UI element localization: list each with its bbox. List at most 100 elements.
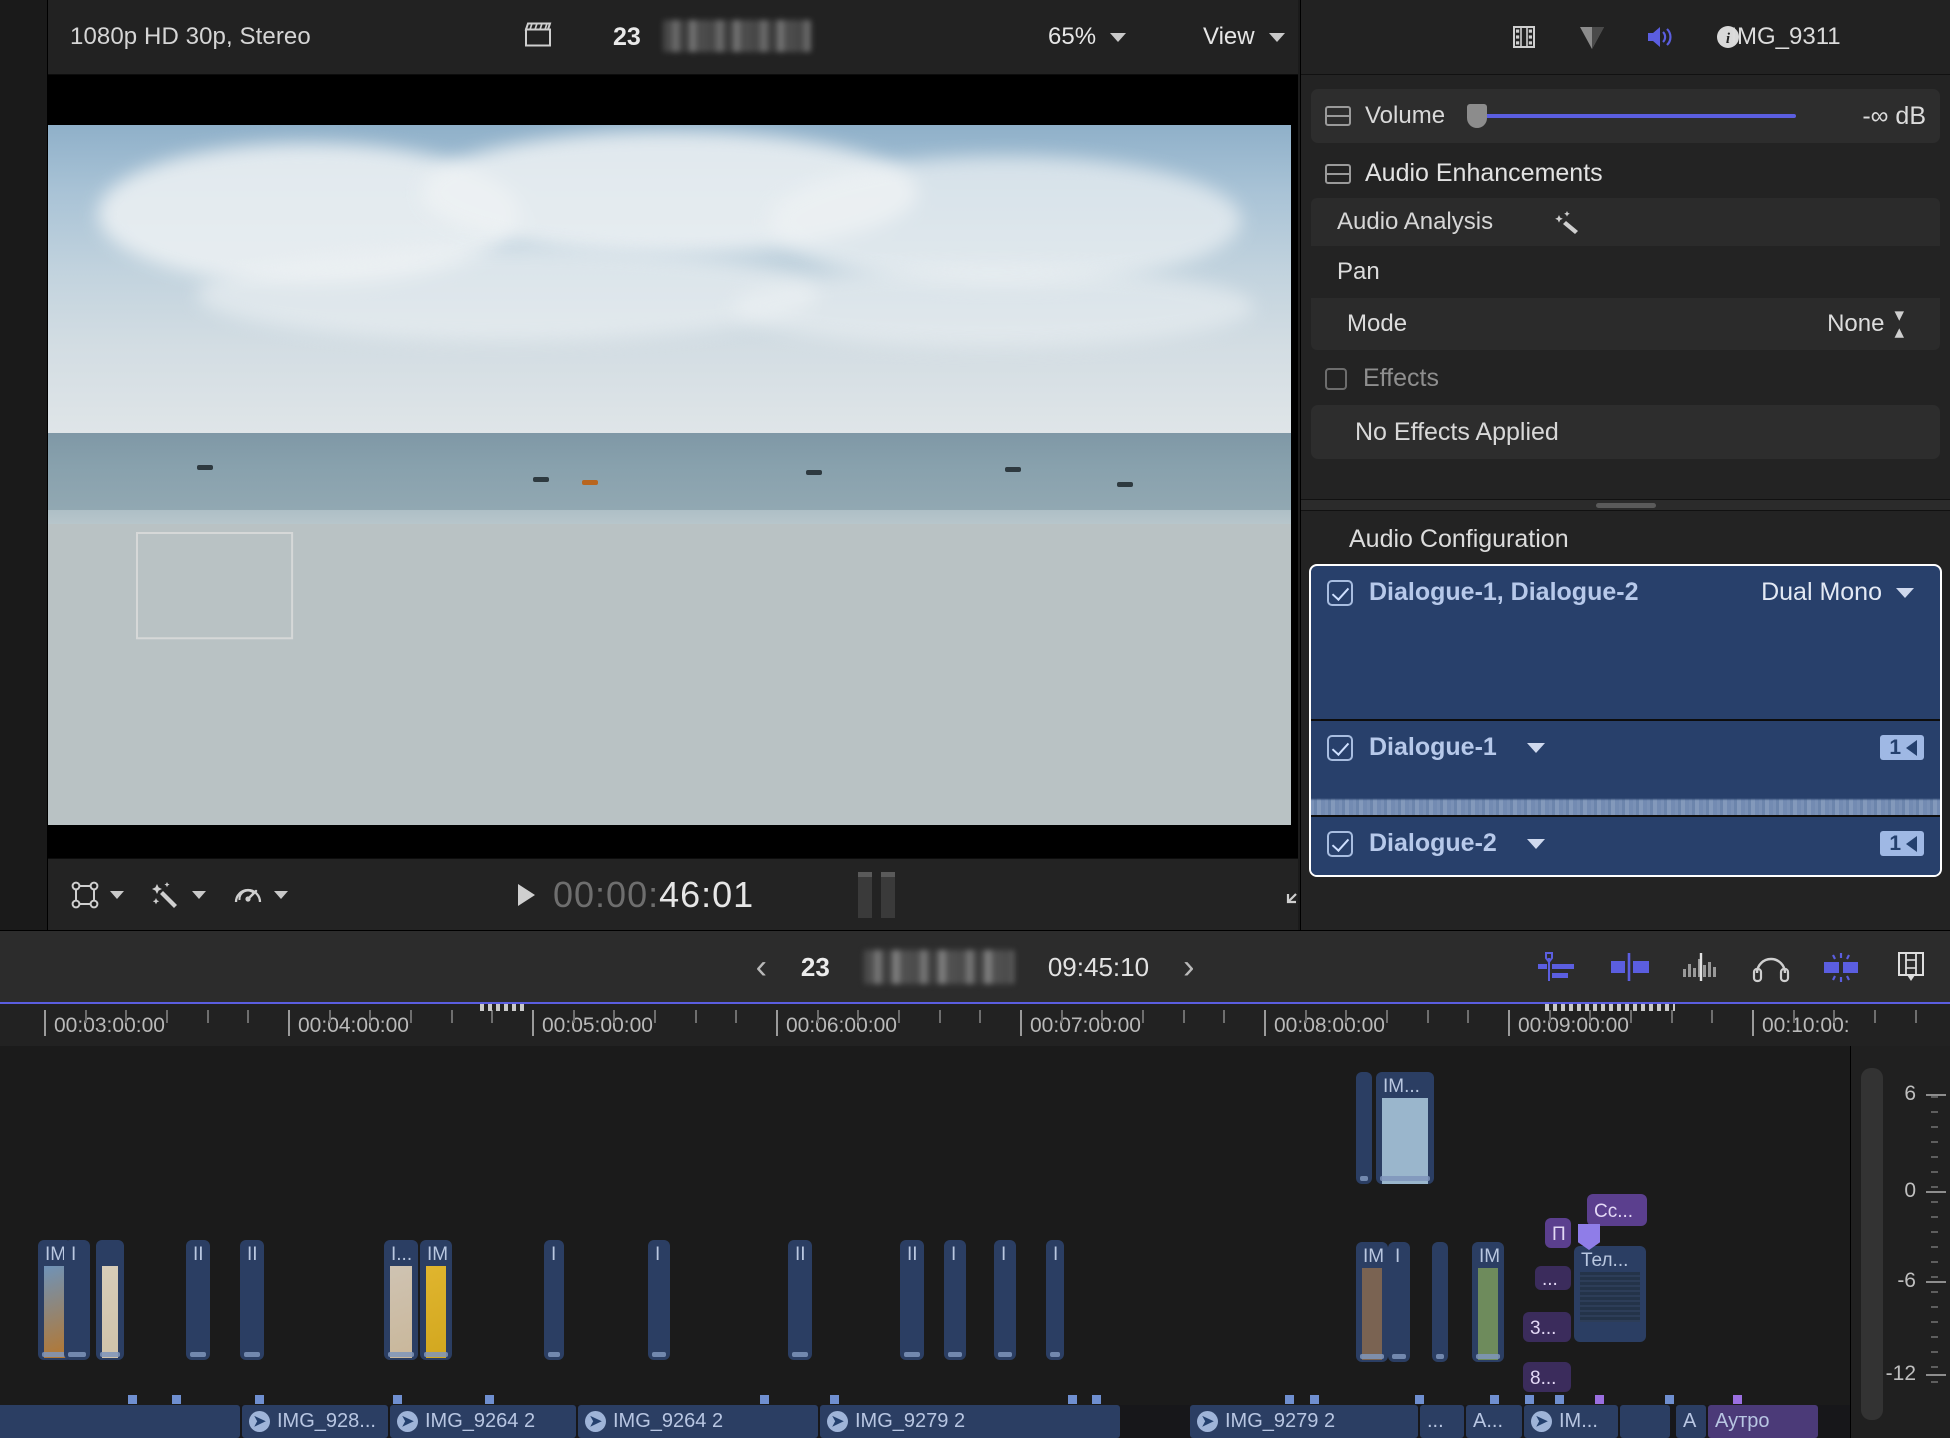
audio-meters-panel[interactable]: 6 0 -6 -12: [1850, 1046, 1950, 1438]
timeline-clip[interactable]: I: [64, 1240, 90, 1360]
audio-enhancements-header[interactable]: Audio Enhancements: [1301, 143, 1950, 198]
timeline-clip[interactable]: [96, 1240, 124, 1360]
timeline-marker[interactable]: [760, 1395, 769, 1404]
storyline-clip[interactable]: 8 2: [0, 1405, 240, 1438]
timeline-ruler[interactable]: 00:03:00:00 00:04:00:00 00:05:00:00 00:06:0…: [0, 1002, 1950, 1046]
storyline-clip[interactable]: ➤ IMG_9264 2: [390, 1405, 576, 1438]
timeline-title-clip[interactable]: Сс...: [1587, 1194, 1647, 1226]
disclosure-icon[interactable]: [1325, 106, 1351, 126]
timeline-marker[interactable]: [128, 1395, 137, 1404]
audio-channel-checkbox[interactable]: [1327, 734, 1353, 761]
timeline-marker[interactable]: [393, 1395, 402, 1404]
disclosure-icon[interactable]: [1325, 163, 1351, 184]
timeline-clip[interactable]: IM: [420, 1240, 452, 1360]
volume-slider-knob[interactable]: [1467, 104, 1488, 128]
audio-channel-checkbox[interactable]: [1327, 830, 1353, 857]
storyline-clip[interactable]: ➤ IMG_928...: [242, 1405, 388, 1438]
storyline-clip[interactable]: ➤ IMG_9279 2: [820, 1405, 1120, 1438]
video-inspector-tab[interactable]: [1507, 20, 1541, 54]
headphones-solo-icon[interactable]: [1750, 949, 1792, 985]
audio-config-group-header[interactable]: Dialogue-1, Dialogue-2 Dual Mono: [1311, 566, 1940, 619]
volume-row[interactable]: Volume -∞ dB: [1311, 89, 1940, 143]
storyline-clip[interactable]: ➤ IM...: [1524, 1405, 1618, 1438]
storyline-clip[interactable]: A...: [1466, 1405, 1522, 1438]
timeline-marker[interactable]: [1092, 1395, 1101, 1404]
color-inspector-tab[interactable]: [1575, 20, 1609, 54]
audio-channel-row[interactable]: Dialogue-2 1: [1311, 815, 1940, 875]
analyze-sparkle-icon[interactable]: [1554, 209, 1594, 235]
snapping-tool-icon[interactable]: [1608, 949, 1652, 985]
timeline-clip[interactable]: II: [900, 1240, 924, 1360]
timeline-clip[interactable]: I: [944, 1240, 966, 1360]
storyline-clip[interactable]: Аутро: [1708, 1405, 1818, 1438]
chevron-down-icon[interactable]: [1526, 838, 1545, 849]
storyline-clip[interactable]: ➤ IMG_9264 2: [578, 1405, 818, 1438]
timeline-title-clip[interactable]: 3...: [1523, 1312, 1571, 1342]
chevron-down-icon[interactable]: [1526, 742, 1545, 753]
effects-checkbox[interactable]: [1325, 367, 1347, 390]
timeline-title-clip[interactable]: П: [1545, 1218, 1571, 1248]
timeline-marker[interactable]: [1595, 1395, 1604, 1404]
transform-button[interactable]: [70, 880, 124, 910]
storyline-clip[interactable]: ➤ IMG_9279 2: [1190, 1405, 1418, 1438]
transform-handle-overlay[interactable]: [135, 531, 297, 643]
timeline-clip[interactable]: I: [648, 1240, 670, 1360]
timeline-marker[interactable]: [1665, 1395, 1674, 1404]
timeline-title-clip[interactable]: ...: [1535, 1266, 1571, 1290]
audio-config-group-checkbox[interactable]: [1327, 579, 1353, 606]
index-filmstrip-icon[interactable]: [1892, 949, 1932, 985]
timeline-marker[interactable]: [1525, 1395, 1534, 1404]
timeline-clip[interactable]: I: [994, 1240, 1016, 1360]
timeline-marker[interactable]: [1415, 1395, 1424, 1404]
retime-button[interactable]: [232, 880, 288, 910]
storyline-clip[interactable]: A: [1676, 1405, 1706, 1438]
clip-appearance-icon[interactable]: [1820, 949, 1864, 985]
timeline-clip[interactable]: I: [1388, 1242, 1410, 1362]
audio-config-format-popup[interactable]: Dual Mono: [1761, 578, 1924, 607]
audio-config-group[interactable]: Dialogue-1, Dialogue-2 Dual Mono Dialogu…: [1309, 564, 1942, 877]
enhancement-button[interactable]: [150, 880, 206, 910]
timeline-clip[interactable]: IM: [1356, 1242, 1388, 1362]
timeline-marker[interactable]: [1733, 1395, 1742, 1404]
pan-mode-row[interactable]: Mode None ▾ ▴: [1311, 298, 1940, 350]
timeline-clip[interactable]: IM...: [1376, 1072, 1434, 1184]
volume-slider[interactable]: [1467, 104, 1848, 128]
timeline-marker[interactable]: [1310, 1395, 1319, 1404]
timeline-screen-recording-clip[interactable]: Тел...: [1574, 1246, 1646, 1342]
stepper-icon[interactable]: ▾ ▴: [1894, 306, 1904, 342]
timeline-title-clip[interactable]: 8...: [1523, 1362, 1571, 1392]
timeline-marker[interactable]: [1068, 1395, 1077, 1404]
timeline-clip[interactable]: II: [240, 1240, 264, 1360]
audio-channel-row[interactable]: Dialogue-1 1: [1311, 719, 1940, 815]
timeline-marker[interactable]: [255, 1395, 264, 1404]
view-options-popup[interactable]: View: [1203, 23, 1285, 51]
timeline-marker[interactable]: [1490, 1395, 1499, 1404]
timeline-clip[interactable]: I...: [384, 1240, 418, 1360]
timeline-clip[interactable]: II: [186, 1240, 210, 1360]
timeline-clip[interactable]: IM: [1472, 1242, 1504, 1362]
skimming-tool-icon[interactable]: [1536, 949, 1580, 985]
previous-project-button[interactable]: ‹: [756, 950, 767, 984]
effects-header[interactable]: Effects: [1301, 350, 1950, 401]
audio-analysis-row[interactable]: Audio Analysis: [1311, 198, 1940, 246]
primary-storyline[interactable]: 8 2 ➤ IMG_928... ➤ IMG_9264 2 ➤ IMG_9264 2 ➤ IMG…: [0, 1405, 1950, 1438]
viewer-canvas[interactable]: [48, 75, 1298, 858]
viewer-timecode-display[interactable]: 00:00:46:01: [518, 874, 754, 916]
timeline-marker[interactable]: [485, 1395, 494, 1404]
inspector-resize-divider[interactable]: [1301, 499, 1950, 511]
timeline-marker[interactable]: [1285, 1395, 1294, 1404]
timeline-clip[interactable]: [1432, 1242, 1448, 1362]
audio-waveform-icon[interactable]: [1680, 949, 1722, 985]
timeline-marker[interactable]: [830, 1395, 839, 1404]
next-project-button[interactable]: ›: [1183, 950, 1194, 984]
timeline-marker[interactable]: [1555, 1395, 1564, 1404]
timeline-clip[interactable]: II: [788, 1240, 812, 1360]
timeline-clip[interactable]: I: [1046, 1240, 1064, 1360]
timeline-canvas[interactable]: 8 2 ➤ IMG_928... ➤ IMG_9264 2 ➤ IMG_9264 2 ➤ IMG…: [0, 1046, 1950, 1438]
storyline-clip[interactable]: ...: [1420, 1405, 1464, 1438]
timeline-clip[interactable]: [1356, 1072, 1372, 1184]
timeline-marker[interactable]: [172, 1395, 181, 1404]
storyline-clip[interactable]: [1620, 1405, 1670, 1438]
zoom-level-popup[interactable]: 65%: [1048, 23, 1127, 51]
timeline-clip[interactable]: I: [544, 1240, 564, 1360]
